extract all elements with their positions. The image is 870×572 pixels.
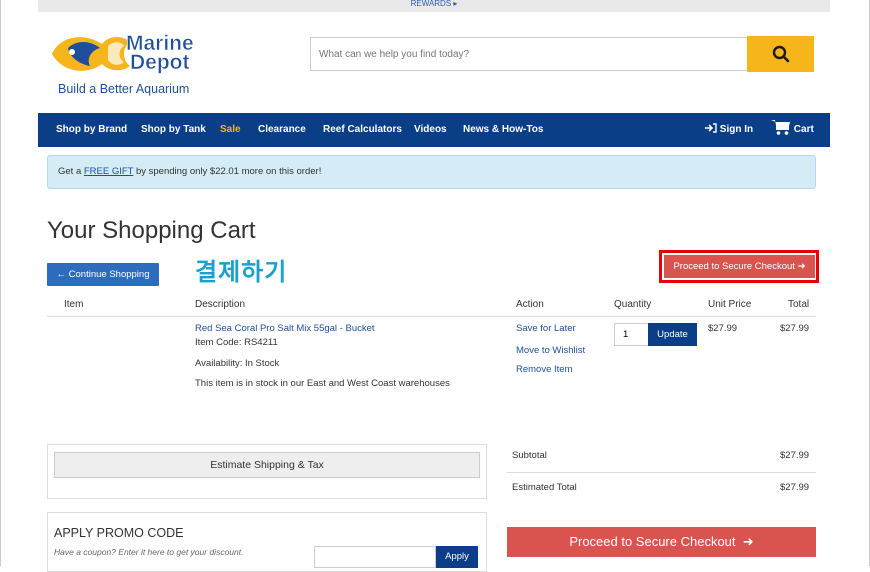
column-header-item: Item: [64, 299, 84, 310]
search-icon: [772, 45, 789, 63]
column-header-total: Total: [788, 299, 810, 310]
arrow-left-icon: ←: [56, 269, 67, 280]
arrow-right-icon: ➜: [742, 534, 754, 549]
sign-in-link[interactable]: Sign In: [705, 113, 753, 147]
rewards-bar[interactable]: REWARDS ▸: [38, 0, 830, 12]
table-header-divider: [47, 316, 816, 317]
logo-tagline: Build a Better Aquarium: [58, 82, 190, 96]
proceed-to-checkout-button-top[interactable]: Proceed to Secure Checkout ➜: [664, 255, 815, 278]
free-gift-link[interactable]: FREE GIFT: [84, 166, 133, 177]
subtotal-label: Subtotal: [512, 450, 547, 461]
move-to-wishlist-link[interactable]: Move to Wishlist: [516, 345, 585, 356]
save-for-later-link[interactable]: Save for Later: [516, 323, 576, 334]
column-header-action: Action: [516, 299, 544, 310]
estimated-total-value: $27.99: [780, 482, 810, 493]
nav-sale[interactable]: Sale: [220, 113, 241, 147]
gift-prefix: Get a: [58, 166, 84, 177]
page-title: Your Shopping Cart: [47, 217, 256, 244]
nav-videos[interactable]: Videos: [414, 113, 447, 147]
estimate-shipping-button[interactable]: Estimate Shipping & Tax: [54, 452, 480, 478]
promo-code-hint: Have a coupon? Enter it here to get your…: [54, 547, 244, 557]
logo-word-depot: Depot: [130, 51, 190, 74]
cart-label[interactable]: Cart: [794, 124, 814, 135]
column-header-quantity: Quantity: [614, 299, 652, 310]
update-quantity-button[interactable]: Update: [648, 323, 697, 346]
sign-in-label[interactable]: Sign In: [720, 124, 753, 135]
continue-shopping-label[interactable]: Continue Shopping: [69, 269, 150, 280]
unit-price-value: $27.99: [708, 323, 738, 334]
gift-suffix: by spending only $22.01 more on this ord…: [133, 166, 322, 177]
quantity-input[interactable]: [614, 323, 649, 346]
proceed-to-checkout-label-top[interactable]: Proceed to Secure Checkout: [673, 261, 794, 272]
product-availability: Availability: In Stock: [195, 358, 280, 369]
nav-news-how-tos[interactable]: News & How-Tos: [463, 113, 543, 147]
free-gift-banner: Get a FREE GIFT by spending only $22.01 …: [47, 155, 816, 189]
column-header-description: Description: [195, 299, 246, 310]
column-header-unit-price: Unit Price: [708, 299, 752, 310]
nav-shop-by-brand[interactable]: Shop by Brand: [56, 113, 127, 147]
cart-icon: [771, 120, 790, 135]
product-name-link[interactable]: Red Sea Coral Pro Salt Mix 55gal - Bucke…: [195, 323, 375, 334]
rewards-label[interactable]: REWARDS ▸: [411, 0, 458, 8]
main-nav: Shop by Brand Shop by Tank Sale Clearanc…: [38, 113, 830, 147]
sign-in-icon: [705, 123, 717, 133]
promo-code-title: APPLY PROMO CODE: [54, 526, 184, 540]
subtotal-value: $27.99: [780, 450, 810, 461]
nav-shop-by-tank[interactable]: Shop by Tank: [141, 113, 206, 147]
arrow-right-icon: ➜: [797, 261, 806, 272]
cart-link[interactable]: Cart: [771, 113, 814, 147]
proceed-to-checkout-button-bottom[interactable]: Proceed to Secure Checkout ➜: [507, 527, 816, 557]
search-input[interactable]: [310, 37, 748, 71]
search-button[interactable]: [747, 36, 814, 72]
line-total-value: $27.99: [780, 323, 810, 334]
product-item-code: Item Code: RS4211: [195, 337, 278, 348]
summary-divider: [507, 472, 816, 473]
proceed-to-checkout-label-bottom[interactable]: Proceed to Secure Checkout: [569, 534, 735, 549]
promo-code-input[interactable]: [314, 546, 436, 568]
nav-reef-calculators[interactable]: Reef Calculators: [323, 113, 402, 147]
fish-logo-icon: Marine Depot: [52, 32, 194, 74]
estimated-total-label: Estimated Total: [512, 482, 577, 493]
product-stock-note: This item is in stock in our East and We…: [195, 378, 450, 389]
continue-shopping-button[interactable]: ← Continue Shopping: [47, 263, 159, 286]
remove-item-link[interactable]: Remove Item: [516, 364, 573, 375]
apply-promo-button[interactable]: Apply: [436, 546, 478, 568]
nav-clearance[interactable]: Clearance: [258, 113, 306, 147]
checkout-annotation: 결제하기: [195, 259, 288, 286]
